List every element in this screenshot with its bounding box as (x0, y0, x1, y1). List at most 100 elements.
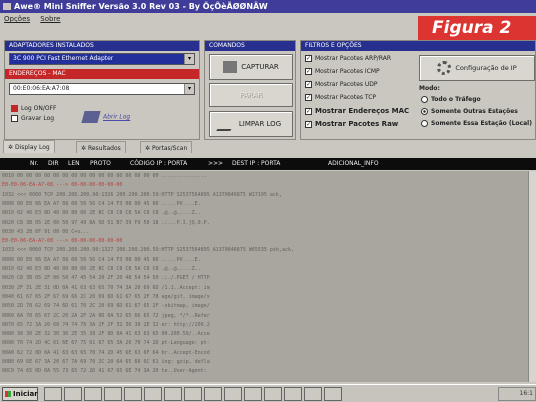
filter-mac[interactable]: ✓ Mostrar Endereços MAC (305, 107, 409, 115)
adapters-header: ADAPTADORES INSTALADOS (5, 41, 199, 51)
taskbar-button[interactable] (144, 387, 162, 401)
checkbox-icon (11, 115, 18, 122)
chevron-down-icon[interactable]: ▾ (184, 54, 194, 64)
checkbox-icon: ✓ (305, 68, 312, 75)
checkbox-icon: ✓ (305, 94, 312, 101)
gravar-log-checkbox[interactable]: Gravar Log (11, 115, 54, 123)
taskbar-button[interactable] (264, 387, 282, 401)
window-title: Awe® Mini Sniffer Versão 3.0 Rev 03 - By… (14, 2, 268, 11)
log-line: 0080 30 30 2E 32 30 30 2E 35 39 2F 0D 0A… (2, 331, 210, 338)
chevron-down-icon[interactable]: ▾ (184, 84, 194, 94)
adapters-panel: ADAPTADORES INSTALADOS 3C 900 PCI Fast E… (4, 40, 200, 140)
log-column-header: Nr. DIR LEN PROTO CÓDIGO IP : PORTA >>> … (0, 158, 536, 170)
taskbar-button[interactable] (184, 387, 202, 401)
log-line: 0010 02 40 E3 8D 40 00 80 06 2E 8C C8 C8… (2, 266, 201, 272)
log-line: 0000 00 E0 06 EA A7 08 00 50 56 C4 14 F3… (2, 200, 201, 207)
mode-label: Modo: (419, 85, 440, 92)
commands-panel: COMANDOS CAPTURAR PARAR LIMPAR LOG (204, 40, 296, 140)
log-scrollbar[interactable] (528, 171, 536, 382)
taskbar-button[interactable] (64, 387, 82, 401)
filter-raw[interactable]: ✓ Mostrar Pacotes Raw (305, 120, 398, 128)
checkbox-icon: ✓ (305, 81, 312, 88)
checkbox-icon: ✓ (305, 107, 312, 115)
taskbar-button[interactable] (84, 387, 102, 401)
tab-display-log[interactable]: ✲ Display Log (3, 140, 55, 153)
col-source: CÓDIGO IP : PORTA (130, 160, 188, 167)
filter-tcp[interactable]: ✓ Mostrar Pacotes TCP (305, 94, 376, 102)
log-line: 0030 43 2B 6F 91 00 00 C+o... (2, 228, 90, 235)
main-window: Awe® Mini Sniffer Versão 3.0 Rev 03 - By… (0, 0, 536, 402)
taskbar-button[interactable] (244, 387, 262, 401)
parar-button[interactable]: PARAR (209, 83, 293, 107)
radio-icon (421, 108, 428, 115)
log-toggle[interactable]: Log ON/OFF (11, 105, 56, 113)
menu-sobre[interactable]: Sobre (40, 15, 60, 23)
figure-caption: Figura 2 (418, 16, 536, 40)
filters-panel: FILTROS E OPÇÕES ✓ Mostrar Pacotes ARP/RA… (300, 40, 536, 140)
col-dest: DEST IP : PORTA (232, 160, 281, 167)
config-ip-button[interactable]: Configuração de IP (419, 55, 535, 81)
col-nr: Nr. (30, 160, 39, 167)
folder-icon (81, 111, 101, 123)
taskbar-button[interactable] (164, 387, 182, 401)
menu-opcoes[interactable]: Opções (4, 15, 30, 23)
mac-select[interactable]: 00:E0:06:EA:A7:08 ▾ (9, 83, 195, 95)
taskbar-button[interactable] (284, 387, 302, 401)
taskbar: Iniciar 16:1 (0, 384, 536, 402)
log-line: 0070 65 72 3A 20 68 74 74 70 3A 2F 2F 32… (2, 321, 210, 328)
log-line: E0-E0-06-EA-A7-08 ---> 00-00-00-00-00-00 (2, 238, 123, 245)
checkbox-icon: ✓ (305, 55, 312, 62)
taskbar-button[interactable] (324, 387, 342, 401)
start-button[interactable]: Iniciar (2, 387, 38, 401)
col-len: LEN (68, 160, 80, 167)
filters-header: FILTROS E OPÇÕES (301, 41, 535, 51)
gear-icon: ✲ (8, 144, 15, 151)
adapter-select[interactable]: 3C 900 PCI Fast Ethernet Adapter ▾ (9, 53, 195, 65)
mac-header: ENDEREÇOS - MAC (5, 69, 199, 79)
mode-all[interactable]: Todo o Tráfego (421, 96, 481, 104)
taskbar-button[interactable] (124, 387, 142, 401)
col-info: ADICIONAL_INFO (328, 160, 379, 167)
limpar-log-button[interactable]: LIMPAR LOG (209, 111, 293, 137)
abrir-log-link[interactable]: Abrir Log (81, 111, 130, 123)
log-line: 0050 2D 78 62 69 74 6D 61 70 2C 20 69 6D… (2, 303, 210, 310)
windows-logo-icon (5, 391, 11, 397)
log-line: 00A0 62 72 0D 0A 41 63 63 65 70 74 2D 45… (2, 349, 210, 356)
filter-icmp[interactable]: ✓ Mostrar Pacotes ICMP (305, 68, 380, 76)
radio-icon (421, 96, 428, 103)
taskbar-button[interactable] (44, 387, 62, 401)
checkbox-icon: ✓ (305, 120, 312, 128)
mode-local[interactable]: Somente Essa Estação (Local) (421, 120, 532, 128)
col-dir: DIR (48, 160, 59, 167)
log-line: 0020 C8 3B 05 2F 00 50 47 45 54 20 2F 20… (2, 275, 210, 282)
broom-icon (215, 117, 240, 131)
taskbar-button[interactable] (304, 387, 322, 401)
col-proto: PROTO (90, 160, 111, 167)
tab-portas-scan[interactable]: ✲ Portas/Scan (140, 141, 193, 153)
record-icon (11, 105, 18, 112)
log-line: 00B0 69 6E 67 3A 20 67 7A 69 70 2C 20 64… (2, 359, 210, 365)
app-icon (3, 3, 11, 10)
packet-log[interactable]: 0010 00 00 00 00 00 00 00 00 00 00 00 00… (0, 171, 528, 382)
log-line: 0040 61 67 65 2F 67 69 66 2C 20 69 6D 61… (2, 293, 210, 300)
radio-icon (421, 120, 428, 127)
gear-icon (437, 61, 452, 75)
log-line: 1032 <<< 0060 TCP 200.200.200.90:1326 20… (2, 191, 282, 198)
commands-header: COMANDOS (205, 41, 295, 51)
taskbar-button[interactable] (104, 387, 122, 401)
col-arrow: >>> (208, 160, 224, 167)
tab-resultados[interactable]: ✲ Resultados (76, 141, 126, 153)
log-line: 0010 02 40 E3 8D 40 00 80 06 2E 8C C8 C8… (2, 210, 201, 217)
capturar-button[interactable]: CAPTURAR (209, 54, 293, 80)
system-clock: 16:1 (498, 387, 536, 401)
log-line: 0090 70 74 2D 4C 61 6E 67 75 61 67 65 3A… (2, 340, 210, 347)
taskbar-button[interactable] (224, 387, 242, 401)
taskbar-button[interactable] (204, 387, 222, 401)
log-line: 1033 <<< 0060 TCP 200.200.200.90:1327 20… (2, 247, 294, 254)
mode-others[interactable]: Somente Outras Estações (421, 108, 518, 116)
filter-arp[interactable]: ✓ Mostrar Pacotes ARP/RAR (305, 55, 391, 63)
filter-udp[interactable]: ✓ Mostrar Pacotes UDP (305, 81, 378, 89)
capture-icon (223, 61, 238, 73)
log-line: 0010 00 00 00 00 00 00 00 00 00 00 00 00… (2, 173, 207, 179)
log-line: 0060 6A 70 65 67 2C 20 2A 2F 2A 0D 0A 52… (2, 312, 210, 319)
